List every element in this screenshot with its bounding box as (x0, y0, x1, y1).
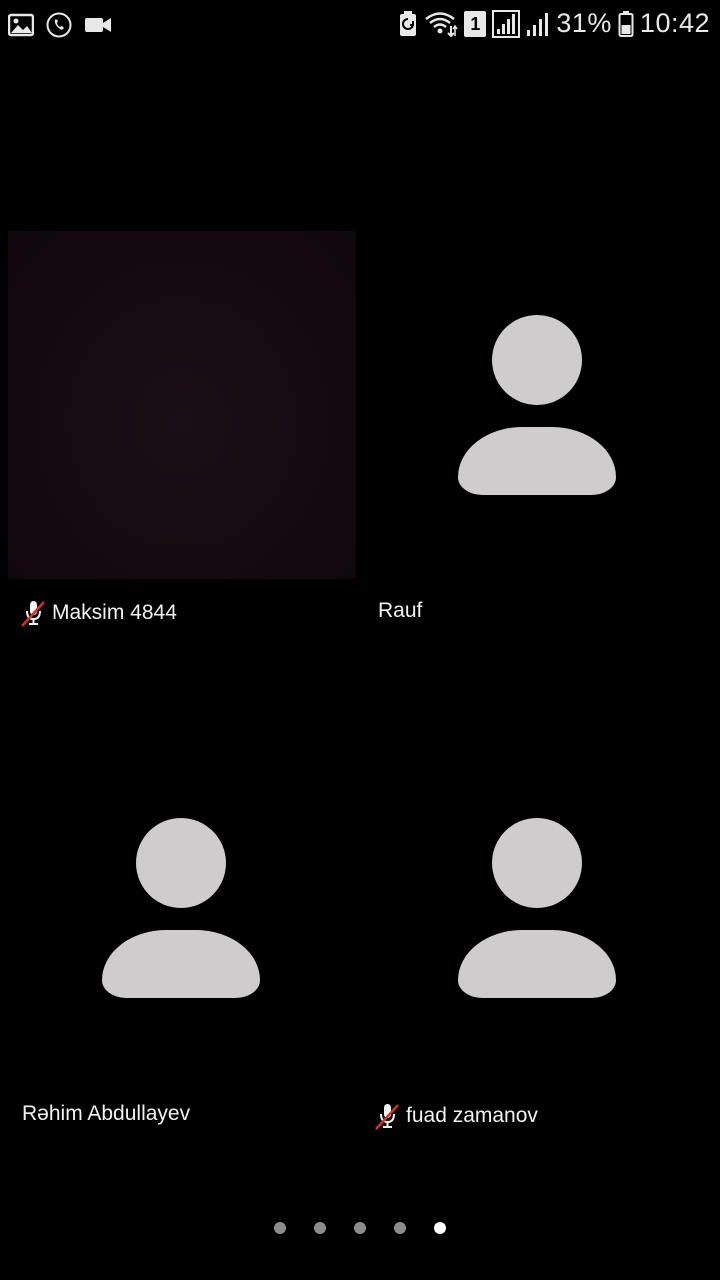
page-dot[interactable] (314, 1222, 326, 1234)
wifi-icon (424, 10, 458, 38)
battery-percent: 31% (556, 8, 612, 38)
avatar-head (492, 315, 582, 405)
mic-muted-icon (374, 1102, 400, 1130)
signal-icon (492, 9, 521, 38)
participant-label: Maksim 4844 (20, 599, 177, 627)
participant-name: Maksim 4844 (52, 601, 177, 624)
video-feed (8, 231, 356, 579)
participant-name: fuad zamanov (406, 1104, 538, 1127)
call-icon (46, 12, 72, 38)
video-placeholder (8, 734, 356, 1082)
page-dot[interactable] (274, 1222, 286, 1234)
gallery-icon (8, 13, 34, 37)
avatar-body (458, 427, 616, 495)
participant-tile[interactable]: Maksim 4844 (8, 231, 356, 631)
participant-label: Rəhim Abdullayev (22, 1102, 190, 1126)
battery-saver-icon (398, 10, 418, 38)
video-camera-icon (84, 15, 112, 35)
participant-label: Rauf (378, 599, 422, 623)
battery-icon (618, 10, 634, 38)
video-placeholder (364, 231, 712, 579)
clock: 10:42 (639, 8, 710, 38)
participant-name: Rəhim Abdullayev (22, 1102, 191, 1125)
participant-tile[interactable]: fuad zamanov (364, 734, 712, 1134)
page-indicator[interactable] (0, 1222, 720, 1234)
video-placeholder (364, 734, 712, 1082)
participant-tile[interactable]: Rəhim Abdullayev (8, 734, 356, 1134)
participant-tile[interactable]: Rauf (364, 231, 712, 631)
avatar-body (102, 930, 260, 998)
page-dot-active[interactable] (434, 1222, 446, 1234)
sim-badge: 1 (464, 10, 487, 37)
avatar-head (492, 818, 582, 908)
avatar-body (458, 930, 616, 998)
avatar-head (136, 818, 226, 908)
participant-label: fuad zamanov (374, 1102, 538, 1130)
signal-secondary-icon (526, 11, 550, 37)
participant-name: Rauf (378, 599, 423, 622)
page-dot[interactable] (394, 1222, 406, 1234)
status-bar: 1 31% 10:42 (0, 0, 720, 50)
mic-muted-icon (20, 599, 46, 627)
page-dot[interactable] (354, 1222, 366, 1234)
